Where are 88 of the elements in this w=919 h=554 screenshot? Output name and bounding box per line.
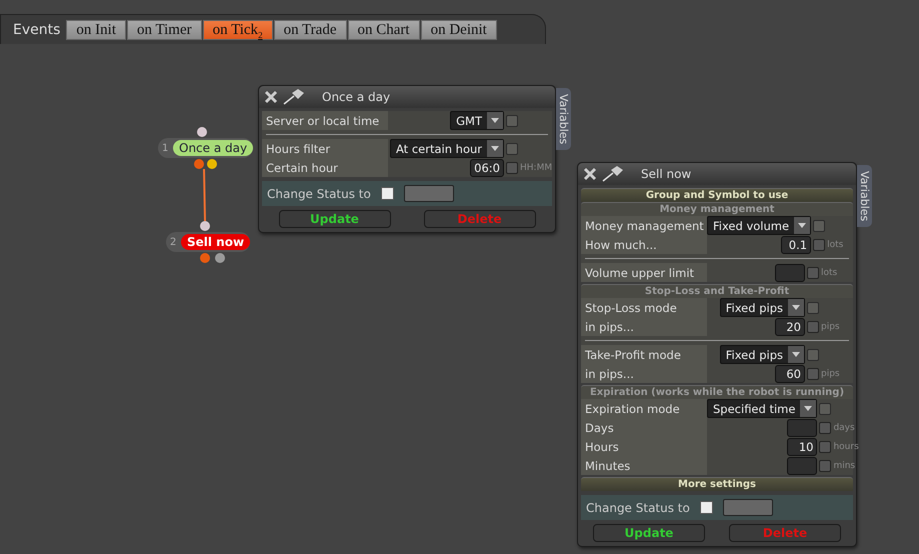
checkbox[interactable] (819, 422, 832, 434)
field-label: Money management (585, 218, 704, 232)
caret-icon (491, 118, 499, 123)
dropdown[interactable]: At certain hour (390, 139, 504, 158)
checkbox[interactable] (700, 501, 713, 514)
input-field[interactable]: 10 (787, 438, 818, 456)
status-label: Change Status to (267, 186, 371, 200)
caret-icon (792, 352, 800, 357)
pin-icon[interactable] (601, 166, 625, 182)
pin-icon[interactable] (282, 89, 306, 105)
update-button[interactable]: Update (278, 210, 390, 228)
flow-node[interactable]: Once a day (173, 140, 254, 156)
input-field[interactable] (787, 456, 818, 474)
checkbox[interactable] (807, 302, 819, 314)
checkbox[interactable] (807, 368, 819, 380)
field-label: in pips... (585, 366, 634, 380)
field-label: Volume upper limit (585, 266, 694, 280)
field-label: Hours filter (266, 142, 330, 156)
unit-label: lots (821, 268, 838, 278)
input-port-icon[interactable] (200, 221, 210, 231)
checkbox[interactable] (506, 114, 518, 126)
variables-tab[interactable]: Variables (857, 165, 872, 227)
field-label: Certain hour (266, 160, 338, 174)
input-field[interactable] (787, 418, 818, 436)
status-color-field[interactable] (722, 499, 773, 516)
section-header[interactable]: Group and Symbol to use (581, 188, 853, 202)
dropdown[interactable]: Fixed volume (707, 216, 812, 235)
section-header[interactable]: More settings (581, 477, 853, 491)
checkbox[interactable] (807, 266, 819, 278)
checkbox[interactable] (819, 440, 832, 452)
field-label: Take-Profit mode (585, 348, 681, 362)
checkbox[interactable] (813, 238, 826, 250)
checkbox[interactable] (819, 402, 832, 414)
field-label: How much... (585, 238, 657, 252)
input-field[interactable]: 60 (775, 364, 805, 382)
input-field[interactable]: 0.1 (781, 236, 812, 254)
checkbox[interactable] (506, 142, 518, 154)
dropdown[interactable]: Fixed pips (720, 298, 805, 317)
caret-icon (792, 305, 800, 310)
close-icon[interactable] (264, 90, 278, 104)
unit-label: days (833, 422, 855, 432)
unit-label: HH:MM (520, 162, 552, 172)
unit-label: lots (827, 240, 844, 250)
node-number: 2 (170, 236, 178, 248)
unit-label: pips (821, 368, 840, 378)
variables-tab[interactable]: Variables (556, 88, 571, 150)
connector-line (203, 168, 206, 222)
unit-label: pips (821, 322, 840, 332)
field-label: Hours (585, 440, 619, 454)
dropdown[interactable]: Specified time (707, 399, 818, 418)
field-label: Expiration mode (585, 402, 680, 416)
status-label: Change Status to (586, 500, 690, 514)
checkbox[interactable] (380, 187, 394, 200)
node-number: 1 (162, 142, 170, 154)
input-field[interactable]: 20 (775, 318, 805, 336)
event-tab[interactable]: on Deinit (420, 20, 497, 40)
close-icon[interactable] (583, 167, 597, 181)
event-tab[interactable]: on Tick$_{2}$ (202, 20, 273, 40)
status-color-field[interactable] (404, 185, 454, 202)
flow-node[interactable]: Sell now (181, 234, 250, 250)
input-field[interactable]: 06:0 (470, 158, 504, 176)
unit-label: mins (833, 460, 856, 470)
caret-icon (798, 223, 806, 228)
field-label: Stop-Loss mode (585, 300, 677, 314)
field-label: Minutes (585, 458, 630, 472)
event-tab[interactable]: on Trade (274, 20, 346, 40)
checkbox[interactable] (819, 460, 832, 472)
events-label: Events (13, 22, 60, 38)
event-tab[interactable]: on Chart (348, 20, 420, 40)
checkbox[interactable] (807, 348, 819, 360)
field-label: in pips... (585, 320, 634, 334)
event-tab[interactable]: on Timer (127, 20, 202, 40)
input-port-icon[interactable] (197, 127, 207, 137)
event-tab[interactable]: on Init (66, 20, 126, 40)
checkbox[interactable] (506, 162, 518, 174)
window-title: Once a day (322, 90, 390, 104)
field-label: Server or local time (266, 114, 380, 128)
caret-icon (491, 146, 499, 151)
field-label: Days (585, 420, 614, 434)
window-title: Sell now (641, 167, 692, 181)
dropdown[interactable]: Fixed pips (720, 345, 805, 364)
checkbox[interactable] (807, 320, 819, 332)
update-button[interactable]: Update (593, 524, 705, 542)
checkbox[interactable] (813, 220, 826, 232)
dropdown[interactable]: GMT (450, 111, 504, 130)
input-field[interactable] (775, 264, 805, 282)
unit-label: hours (833, 442, 859, 452)
caret-icon (804, 406, 812, 411)
